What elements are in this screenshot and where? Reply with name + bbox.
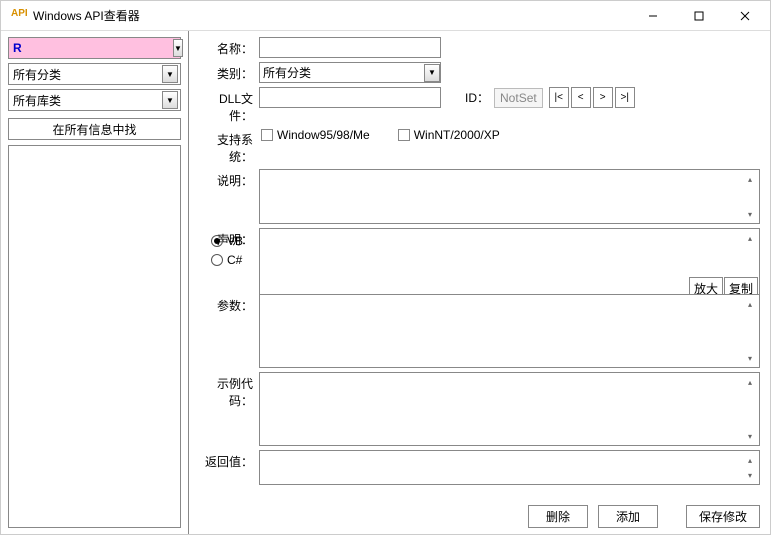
description-label: 说明：	[201, 169, 259, 189]
window-title: Windows API查看器	[33, 7, 630, 24]
search-combo[interactable]: ▼	[8, 37, 181, 59]
support-label: 支持系统：	[201, 128, 259, 165]
example-label: 示例代码：	[201, 372, 259, 409]
search-button-label: 在所有信息中找	[52, 121, 136, 138]
action-buttons: 删除 添加 保存修改	[528, 505, 760, 528]
scroll-down-icon[interactable]: ▾	[742, 206, 758, 222]
minimize-button[interactable]	[630, 2, 676, 30]
params-label: 参数：	[201, 294, 259, 314]
description-textarea[interactable]: ▴ ▾	[259, 169, 760, 224]
dll-label: DLL文件：	[201, 87, 259, 124]
scroll-up-icon[interactable]: ▴	[742, 296, 758, 312]
scroll-down-icon[interactable]: ▾	[742, 350, 758, 366]
name-input[interactable]	[259, 37, 441, 58]
scroll-down-icon[interactable]: ▾	[742, 428, 758, 444]
scroll-up-icon[interactable]: ▴	[742, 452, 758, 468]
checkbox-icon	[261, 129, 273, 141]
category-combo[interactable]: 所有分类 ▼	[8, 63, 181, 85]
params-textarea[interactable]: ▴ ▾	[259, 294, 760, 368]
search-input[interactable]	[11, 41, 173, 55]
declaration-textarea[interactable]: ▴ ▾ 放大 复制	[259, 228, 760, 302]
dll-input[interactable]	[259, 87, 441, 108]
return-label: 返回值：	[201, 450, 259, 470]
library-combo[interactable]: 所有库类 ▼	[8, 89, 181, 111]
id-value: NotSet	[494, 88, 543, 108]
search-all-button[interactable]: 在所有信息中找	[8, 118, 181, 140]
checkbox-icon	[398, 129, 410, 141]
dropdown-arrow-icon[interactable]: ▼	[162, 91, 178, 109]
id-nav-group: ID： NotSet |< < > >|	[465, 87, 635, 108]
scroll-down-icon[interactable]: ▾	[742, 467, 758, 483]
add-button[interactable]: 添加	[598, 505, 658, 528]
scroll-up-icon[interactable]: ▴	[742, 171, 758, 187]
save-button[interactable]: 保存修改	[686, 505, 760, 528]
dropdown-arrow-icon[interactable]: ▼	[424, 64, 440, 82]
sidebar: ▼ 所有分类 ▼ 所有库类 ▼ 在所有信息中找	[1, 31, 189, 534]
maximize-button[interactable]	[676, 2, 722, 30]
nav-next-button[interactable]: >	[593, 87, 613, 108]
category-select[interactable]: 所有分类 ▼	[259, 62, 441, 83]
dropdown-arrow-icon[interactable]: ▼	[162, 65, 178, 83]
id-label: ID：	[465, 89, 489, 106]
scroll-up-icon[interactable]: ▴	[742, 230, 758, 246]
support-options: Window95/98/Me WinNT/2000/XP	[259, 128, 500, 142]
radio-csharp[interactable]: C#	[211, 253, 261, 267]
nav-last-button[interactable]: >|	[615, 87, 635, 108]
category-value: 所有分类	[11, 66, 162, 83]
close-button[interactable]	[722, 2, 768, 30]
main-content: ▼ 所有分类 ▼ 所有库类 ▼ 在所有信息中找 名称： 类别： 所有分类 ▼ D…	[1, 31, 770, 534]
delete-button[interactable]: 删除	[528, 505, 588, 528]
radio-icon	[211, 254, 223, 266]
nav-first-button[interactable]: |<	[549, 87, 569, 108]
checkbox-win9x[interactable]: Window95/98/Me	[261, 128, 370, 142]
example-textarea[interactable]: ▴ ▾	[259, 372, 760, 446]
return-textarea[interactable]: ▴ ▾	[259, 450, 760, 485]
radio-csharp-label: C#	[227, 253, 242, 267]
language-radio-group: VB C#	[211, 234, 261, 267]
radio-icon	[211, 235, 223, 247]
nav-prev-button[interactable]: <	[571, 87, 591, 108]
details-pane: 名称： 类别： 所有分类 ▼ DLL文件： ID： NotSet |< < > …	[189, 31, 770, 534]
radio-vb[interactable]: VB	[211, 234, 261, 248]
name-label: 名称：	[201, 37, 259, 57]
radio-vb-label: VB	[227, 234, 243, 248]
results-list[interactable]	[8, 145, 181, 528]
window-titlebar: API Windows API查看器	[1, 1, 770, 31]
scroll-up-icon[interactable]: ▴	[742, 374, 758, 390]
category-select-value: 所有分类	[263, 64, 311, 81]
category-label: 类别：	[201, 62, 259, 82]
app-icon: API	[11, 8, 27, 24]
checkbox-winnt[interactable]: WinNT/2000/XP	[398, 128, 500, 142]
checkbox-winnt-label: WinNT/2000/XP	[414, 128, 500, 142]
dropdown-arrow-icon[interactable]: ▼	[173, 39, 183, 57]
library-value: 所有库类	[11, 92, 162, 109]
checkbox-win9x-label: Window95/98/Me	[277, 128, 370, 142]
